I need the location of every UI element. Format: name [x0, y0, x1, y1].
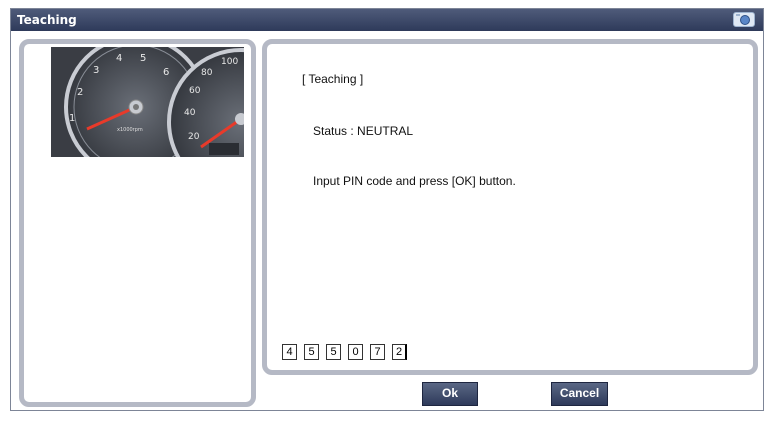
title-bar: Teaching [11, 9, 763, 31]
camera-icon[interactable] [733, 12, 755, 27]
status-text: Status : NEUTRAL [313, 124, 414, 138]
instruction-text: Input PIN code and press [OK] button. [313, 174, 516, 188]
pin-digit-3[interactable]: 5 [326, 344, 341, 360]
speed-label-60: 60 [189, 86, 201, 96]
pin-digit-1[interactable]: 4 [282, 344, 297, 360]
window-title: Teaching [17, 13, 77, 27]
speed-label-80: 80 [201, 68, 213, 78]
pin-digit-2[interactable]: 5 [304, 344, 319, 360]
message-title: [ Teaching ] [302, 72, 364, 86]
tach-label-2: 2 [77, 87, 83, 98]
tach-label-3: 3 [93, 65, 99, 76]
pin-digit-4[interactable]: 0 [348, 344, 363, 360]
cancel-button[interactable]: Cancel [551, 382, 608, 406]
ok-button[interactable]: Ok [422, 382, 478, 406]
speed-label-100: 100 [221, 57, 238, 67]
instrument-cluster-image: 1 2 3 4 5 6 x1000rpm 20 40 60 80 100 [51, 47, 244, 157]
tach-label-5: 5 [140, 53, 146, 64]
tach-label-4: 4 [116, 53, 122, 64]
image-panel: 1 2 3 4 5 6 x1000rpm 20 40 60 80 100 [19, 39, 256, 407]
pin-code-input[interactable]: 4 5 5 0 7 2 [282, 344, 414, 363]
tach-label-1: 1 [69, 113, 75, 124]
tach-label-6: 6 [163, 67, 169, 78]
message-panel: [ Teaching ] Status : NEUTRAL Input PIN … [262, 39, 758, 375]
speed-label-20: 20 [188, 132, 200, 142]
tach-unit: x1000rpm [117, 127, 143, 133]
pin-digit-5[interactable]: 7 [370, 344, 385, 360]
pin-digit-6[interactable]: 2 [392, 344, 407, 360]
speed-label-40: 40 [184, 108, 196, 118]
teaching-dialog: Teaching 1 2 3 4 5 6 x1000rpm 20 40 60 8… [10, 8, 764, 411]
